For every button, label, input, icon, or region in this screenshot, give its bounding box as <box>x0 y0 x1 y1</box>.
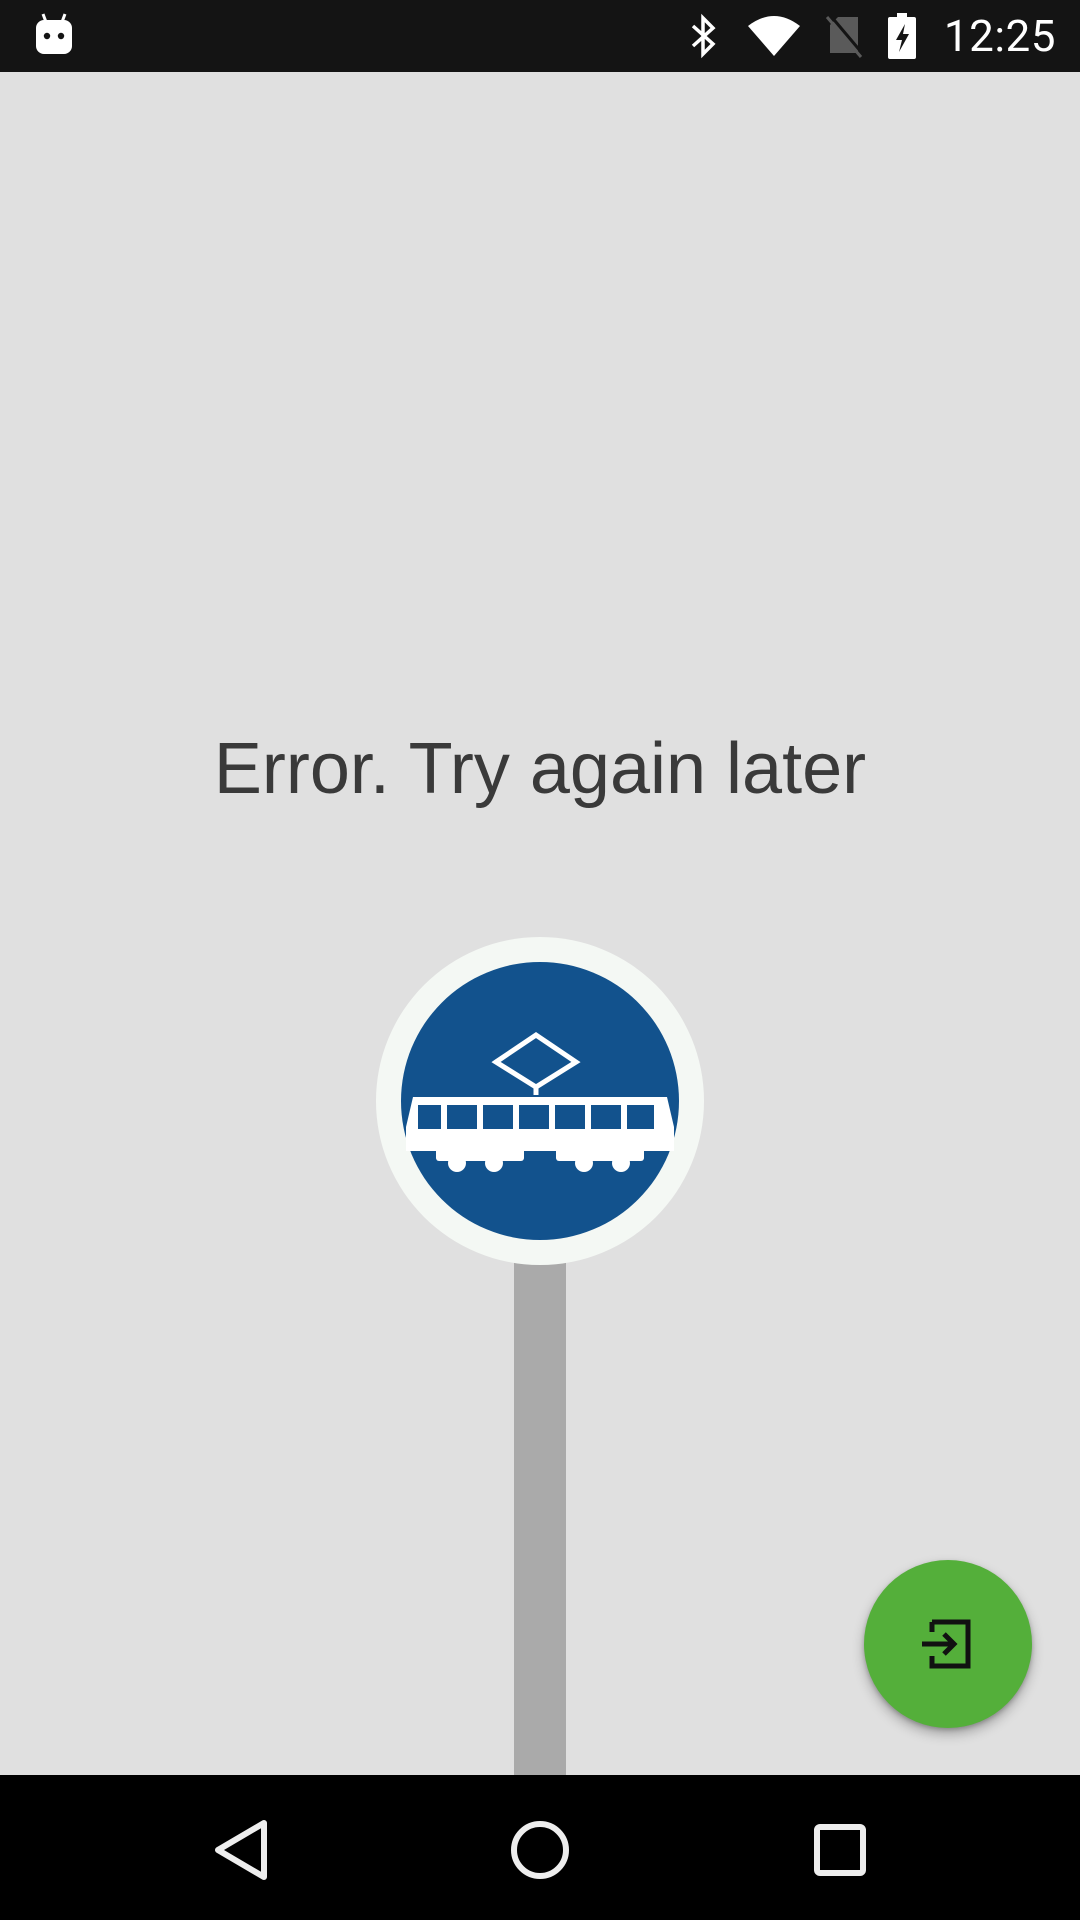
tram-icon <box>376 937 704 1265</box>
login-icon <box>922 1619 971 1669</box>
error-message: Error. Try again later <box>213 729 867 809</box>
navigation-bar <box>0 1775 1080 1920</box>
back-icon <box>215 1820 267 1880</box>
battery-charging-icon <box>886 12 918 60</box>
main-content: Error. Try again later <box>0 72 1080 1775</box>
back-button[interactable] <box>206 1815 276 1885</box>
status-bar: 12:25 <box>0 0 1080 72</box>
recents-button[interactable] <box>805 1815 875 1885</box>
recents-icon <box>814 1824 866 1876</box>
home-icon <box>511 1821 569 1879</box>
clock: 12:25 <box>943 10 1056 62</box>
home-button[interactable] <box>505 1815 575 1885</box>
tram-stop-sign <box>376 937 704 1265</box>
login-fab-button[interactable] <box>864 1560 1032 1728</box>
sign-pole <box>514 1232 566 1775</box>
android-icon <box>34 12 74 56</box>
wifi-icon <box>746 12 802 60</box>
bluetooth-icon <box>684 12 724 60</box>
no-sim-icon <box>824 12 864 60</box>
